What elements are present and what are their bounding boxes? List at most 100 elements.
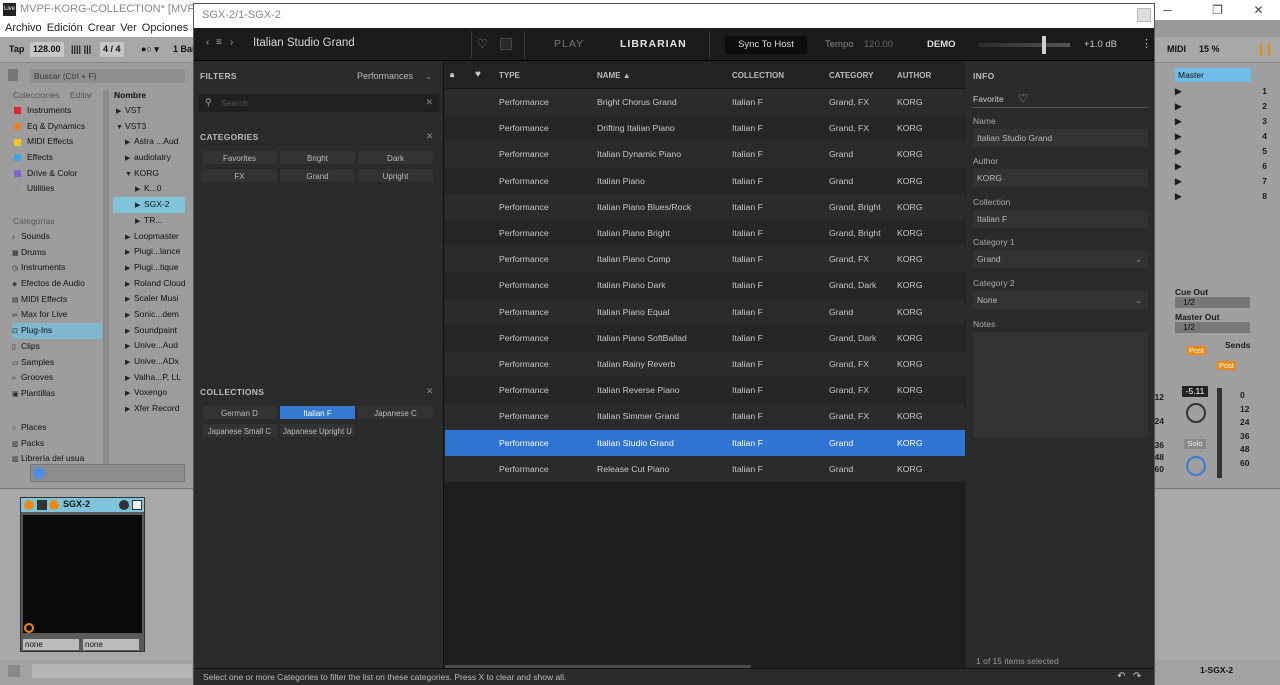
tempo-field[interactable]: 120.00 <box>864 39 893 50</box>
favorite-column-icon[interactable]: ♥ <box>475 69 481 80</box>
scene-number[interactable]: ▶ 1 <box>1175 84 1267 99</box>
category-grooves[interactable]: ≈ Grooves <box>12 370 102 386</box>
tree-item[interactable]: ▶ Soundpaint <box>113 323 185 339</box>
preset-row[interactable]: Performance Italian Simmer Grand Italian F… <box>445 403 965 430</box>
tree-item[interactable]: ▶ Scaler Musi <box>113 291 185 307</box>
tree-item[interactable]: ▼ KORG <box>113 166 185 182</box>
pan-knob-icon[interactable] <box>1186 403 1206 423</box>
preset-name[interactable]: Italian Studio Grand <box>253 37 355 49</box>
scene-number[interactable]: ▶ 6 <box>1175 159 1267 174</box>
tree-item[interactable]: ▶ audiolatry <box>113 150 185 166</box>
category-clips[interactable]: ▯ Clips <box>12 339 102 355</box>
preview-icon[interactable] <box>33 467 45 479</box>
clear-collections-icon[interactable]: ✕ <box>426 386 434 397</box>
category2-select[interactable]: None ⌄ <box>973 291 1148 309</box>
name-field[interactable]: Italian Studio Grand <box>973 129 1148 147</box>
tree-item[interactable]: ▶ Plugi...lance <box>113 244 185 260</box>
scene-number[interactable]: ▶ 3 <box>1175 114 1267 129</box>
category-midi-effects[interactable]: ▤ MIDI Effects <box>12 292 102 308</box>
category-drums[interactable]: ▦ Drums <box>12 245 102 261</box>
menu-crear[interactable]: Crear <box>88 22 116 34</box>
redo-icon[interactable]: ↷ <box>1133 671 1141 682</box>
tree-item[interactable]: ▶ Valha...P, LL <box>113 370 185 386</box>
favorite-heart-icon[interactable]: ♡ <box>1018 92 1028 105</box>
tree-item[interactable]: ▶ K...0 <box>113 181 185 197</box>
collection-item[interactable]: Effects <box>10 150 105 166</box>
category-plug-ins[interactable]: ⊡ Plug-Ins <box>12 323 102 339</box>
master-out-select[interactable]: 1/2 <box>1175 322 1250 333</box>
solo-button[interactable]: Solo <box>1184 439 1206 449</box>
browser-toggle-icon[interactable] <box>8 69 18 81</box>
menu-opciones[interactable]: Opciones <box>142 22 188 34</box>
device-power-icon[interactable] <box>24 500 34 510</box>
chip-upright[interactable]: Upright <box>357 168 434 183</box>
preset-row[interactable]: Performance Italian Reverse Piano Italian … <box>445 377 965 404</box>
collection-column-header[interactable]: COLLECTION <box>732 71 784 80</box>
preset-row[interactable]: Performance Italian Piano Comp Italian F Gr… <box>445 246 965 273</box>
preset-row[interactable]: Performance Italian Piano SoftBallad Itali… <box>445 324 965 351</box>
preset-row[interactable]: Performance Drifting Italian Piano Italian… <box>445 115 965 142</box>
tree-item[interactable]: ▶ Unive...ADx <box>113 354 185 370</box>
place-packs[interactable]: ▥ Packs <box>12 436 102 452</box>
device-wrench-icon[interactable] <box>119 500 129 510</box>
collection-item[interactable]: Utilities <box>10 181 105 197</box>
preset-row[interactable]: Performance Italian Piano Dark Italian F Gr… <box>445 272 965 299</box>
preset-row[interactable]: Performance Italian Piano Bright Italian F… <box>445 220 965 247</box>
tree-item[interactable]: ▶ Xfer Record <box>113 401 185 417</box>
category1-select[interactable]: Grand ⌄ <box>973 250 1148 268</box>
master-track-header[interactable]: Master <box>1175 68 1251 82</box>
chip-bright[interactable]: Bright <box>279 150 356 165</box>
next-preset-icon[interactable]: › <box>230 37 233 48</box>
preset-row[interactable]: Performance Italian Rainy Reverb Italian F… <box>445 351 965 378</box>
chip-grand[interactable]: Grand <box>279 168 356 183</box>
preset-menu-icon[interactable]: ≡ <box>216 37 222 48</box>
author-field[interactable]: KORG <box>973 169 1148 187</box>
category-column-header[interactable]: CATEGORY <box>829 71 873 80</box>
undo-icon[interactable]: ↶ <box>1117 671 1125 682</box>
metro-icon[interactable]: |||| ||| <box>68 42 94 57</box>
collection-item[interactable]: Eq & Dynamics <box>10 119 105 135</box>
filter-search-box[interactable]: ⚲ Search ✕ <box>199 94 439 112</box>
browser-splitter[interactable] <box>103 90 109 470</box>
close-icon[interactable]: ✕ <box>1236 0 1280 20</box>
category-samples[interactable]: ▭ Samples <box>12 355 102 371</box>
play-toggle-icon[interactable] <box>8 665 20 677</box>
preset-row[interactable]: Performance Bright Chorus Grand Italian F G… <box>445 89 965 116</box>
device-fold-icon[interactable] <box>37 500 47 510</box>
menu-archivo[interactable]: Archivo <box>5 22 42 34</box>
arrange-toggle-icon[interactable] <box>1260 44 1270 56</box>
maximize-icon[interactable]: ❐ <box>1195 0 1240 20</box>
chip-japanese-small-c[interactable]: Japanese Small C <box>201 423 278 438</box>
time-signature[interactable]: 4 / 4 <box>100 42 124 57</box>
tree-item[interactable]: ▶ VST <box>113 103 185 119</box>
tab-play[interactable]: PLAY <box>554 38 584 50</box>
cue-out-select[interactable]: 1/2 <box>1175 297 1250 308</box>
menu-ver[interactable]: Ver <box>120 22 137 34</box>
tree-item[interactable]: ▶ Plugi...tique <box>113 260 185 276</box>
filter-type-select[interactable]: Performances ⌄ <box>357 71 433 82</box>
tree-item[interactable]: ▶ TR... <box>113 213 185 229</box>
tree-item[interactable]: ▶ Roland Cloud <box>113 276 185 292</box>
preset-row[interactable]: Performance Italian Dynamic Piano Italian … <box>445 141 965 168</box>
scene-number[interactable]: ▶ 4 <box>1175 129 1267 144</box>
tab-librarian[interactable]: LIBRARIAN <box>620 38 687 50</box>
preset-row[interactable]: Performance Italian Piano Equal Italian F G… <box>445 298 965 325</box>
preset-row-selected[interactable]: Performance Italian Studio Grand Italian F… <box>445 429 965 456</box>
chip-fx[interactable]: FX <box>201 168 278 183</box>
scene-number[interactable]: ▶ 8 <box>1175 189 1267 204</box>
sync-to-host-button[interactable]: Sync To Host <box>725 36 807 54</box>
volume-slider-handle[interactable] <box>1042 36 1046 54</box>
scene-number[interactable]: ▶ 2 <box>1175 99 1267 114</box>
save-icon[interactable] <box>500 38 512 50</box>
preset-row[interactable]: Performance Italian Piano Italian F Grand KO… <box>445 167 965 194</box>
name-column-header[interactable]: Nombre <box>114 90 146 100</box>
tree-item[interactable]: ▶ Unive...Aud <box>113 338 185 354</box>
tree-item[interactable]: ▶ Sonic...dem <box>113 307 185 323</box>
type-column-header[interactable]: TYPE <box>499 71 520 80</box>
edit-collections-button[interactable]: Editar <box>70 90 92 100</box>
prev-preset-icon[interactable]: ‹ <box>206 37 209 48</box>
chip-japanese-upright-u[interactable]: Japanese Upright U <box>279 423 356 438</box>
favorite-heart-icon[interactable]: ♡ <box>477 37 488 51</box>
tap-button[interactable]: Tap <box>6 42 27 57</box>
chip-german-d[interactable]: German D <box>201 405 278 420</box>
